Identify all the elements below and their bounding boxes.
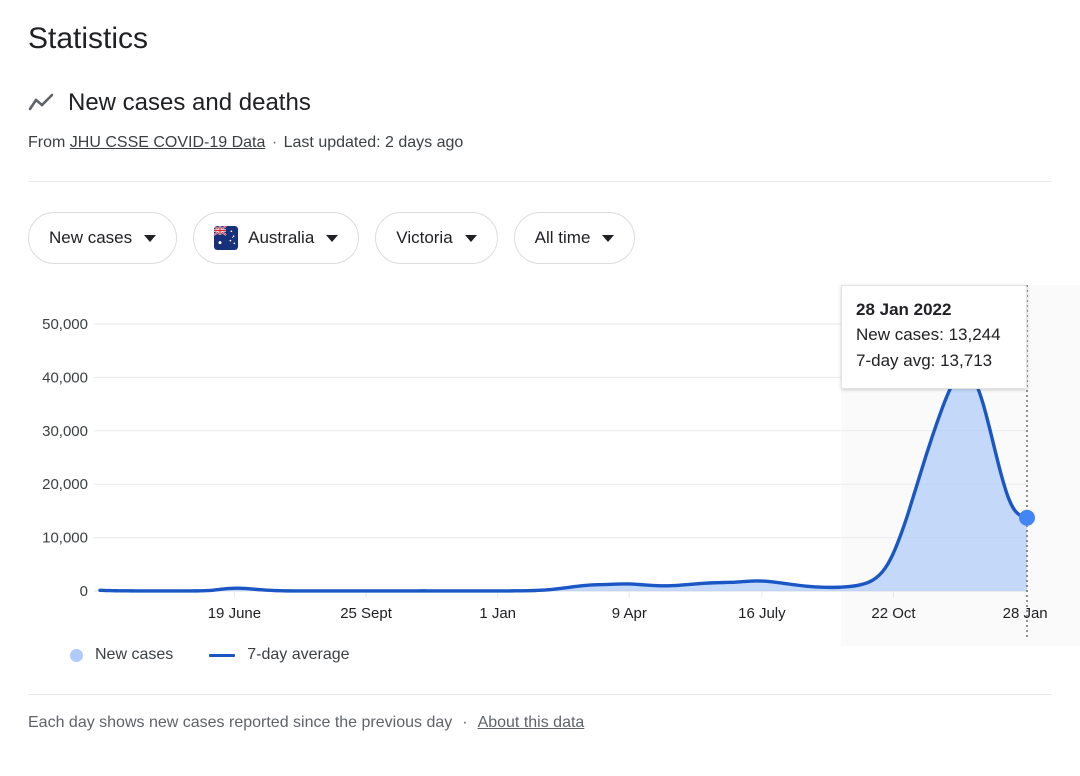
chevron-down-icon [602, 234, 615, 242]
chart-tooltip: 28 Jan 2022 New cases: 13,244 7-day avg:… [841, 285, 1027, 389]
x-axis-tick-label: 19 June [208, 605, 261, 622]
tooltip-new-cases: New cases: 13,244 [856, 325, 1001, 344]
chevron-down-icon [144, 234, 157, 242]
australia-flag-icon [214, 226, 239, 250]
trend-line-icon [28, 92, 54, 114]
legend-line-icon [209, 653, 236, 657]
legend-dot-icon [70, 648, 83, 662]
x-axis-tick-label: 1 Jan [479, 605, 516, 622]
last-updated: Last updated: 2 days ago [283, 134, 464, 151]
filter-chip-timerange[interactable]: All time [513, 212, 636, 264]
chart-footnote: Each day shows new cases reported since … [28, 714, 584, 732]
section-header: New cases and deaths [28, 88, 311, 118]
filter-chip-metric-label: New cases [49, 228, 133, 247]
page-title: Statistics [28, 22, 149, 55]
filter-chip-row: New cases Australia Victoria All time [28, 212, 636, 264]
y-axis-tick-label: 50,000 [42, 316, 88, 333]
tooltip-date: 28 Jan 2022 [856, 300, 952, 319]
source-separator: · [271, 134, 278, 151]
about-this-data-link[interactable]: About this data [478, 714, 585, 732]
divider-top [28, 181, 1052, 182]
source-attribution: From JHU CSSE COVID-19 Data · Last updat… [28, 132, 463, 154]
filter-chip-region[interactable]: Victoria [375, 212, 498, 264]
filter-chip-country-label: Australia [248, 228, 315, 247]
y-axis-tick-label: 10,000 [42, 530, 88, 547]
section-title: New cases and deaths [68, 89, 311, 116]
legend-label-seven-day-average: 7-day average [247, 646, 350, 663]
divider-bottom [28, 694, 1052, 695]
filter-chip-country[interactable]: Australia [193, 212, 360, 264]
legend-label-new-cases: New cases [95, 646, 174, 663]
filter-chip-region-label: Victoria [396, 228, 453, 247]
x-axis-tick-label: 28 Jan [1003, 605, 1048, 622]
footnote-separator: · [462, 714, 468, 731]
tooltip-seven-day-avg: 7-day avg: 13,713 [856, 351, 993, 370]
chevron-down-icon [464, 234, 477, 242]
source-link[interactable]: JHU CSSE COVID-19 Data [70, 134, 266, 151]
y-axis-tick-label: 0 [80, 583, 88, 600]
x-axis-tick-label: 25 Sept [340, 605, 393, 622]
x-axis-tick-label: 22 Oct [871, 605, 916, 622]
legend-item-seven-day-average[interactable]: 7-day average [209, 646, 350, 664]
source-prefix: From [28, 134, 66, 151]
statistics-panel: Statistics New cases and deaths From JHU… [0, 0, 1080, 776]
y-axis-tick-label: 30,000 [42, 423, 88, 440]
x-axis-tick-label: 16 July [738, 605, 786, 622]
chart-legend: New cases 7-day average [70, 646, 350, 664]
filter-chip-timerange-label: All time [534, 228, 591, 247]
chevron-down-icon [326, 234, 339, 242]
x-axis-tick-label: 9 Apr [612, 605, 647, 622]
highlighted-data-point-marker[interactable] [1019, 509, 1035, 526]
filter-chip-metric[interactable]: New cases [28, 212, 178, 264]
y-axis-tick-label: 40,000 [42, 369, 88, 386]
footnote-text: Each day shows new cases reported since … [28, 714, 453, 731]
y-axis-tick-label: 20,000 [42, 476, 88, 493]
legend-item-new-cases[interactable]: New cases [70, 646, 173, 664]
